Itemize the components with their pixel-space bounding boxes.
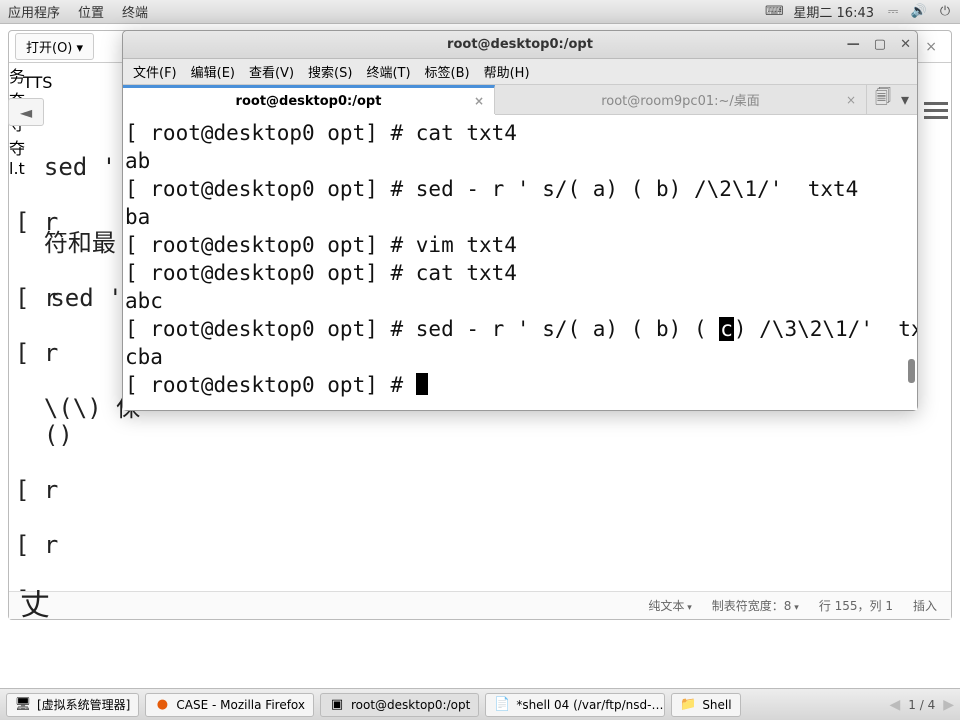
tab-close-icon[interactable]: × (846, 93, 856, 107)
nav-back-button[interactable]: ◄ (8, 98, 44, 126)
terminal-title: root@desktop0:/opt (447, 37, 593, 52)
hamburger-icon[interactable] (924, 98, 948, 122)
terminal-window: root@desktop0:/opt — ▢ ✕ 文件(F) 编辑(E) 查看(… (122, 30, 918, 411)
editor-statusbar: 纯文本 制表符宽度：8 行 155，列 1 插入 (9, 591, 951, 619)
terminal-line: [ root@desktop0 opt] # sed - r ' s/( a) … (125, 315, 915, 343)
workspace-switcher[interactable]: ◀ 1 / 4 ▶ (889, 697, 954, 713)
tab-width[interactable]: 制表符宽度：8 (712, 597, 799, 614)
power-icon[interactable]: ⏻ (938, 5, 952, 19)
terminal-line: cba (125, 343, 915, 371)
menu-help[interactable]: 帮助(H) (484, 62, 530, 81)
menu-places[interactable]: 位置 (78, 2, 104, 21)
close-icon[interactable]: ✕ (900, 37, 911, 52)
terminal-tabs: root@desktop0:/opt × root@room9pc01:~/桌面… (123, 85, 917, 115)
chevron-left-icon[interactable]: ◀ (889, 697, 900, 713)
terminal-titlebar[interactable]: root@desktop0:/opt — ▢ ✕ (123, 31, 917, 59)
terminal-line: [ root@desktop0 opt] # sed - r ' s/( a) … (125, 175, 915, 203)
chevron-right-icon[interactable]: ▶ (943, 697, 954, 713)
terminal-line: [ root@desktop0 opt] # cat txt4 (125, 259, 915, 287)
terminal-icon: ▣ (329, 697, 345, 713)
tab-opt[interactable]: root@desktop0:/opt × (123, 85, 495, 114)
tab-dropdown-icon[interactable]: ▾ (901, 90, 909, 109)
minimize-icon[interactable]: — (847, 37, 860, 52)
menu-file[interactable]: 文件(F) (133, 62, 177, 81)
task-gedit[interactable]: 📄 *shell 04 (/var/ftp/nsd-… (485, 693, 665, 717)
folder-icon: 📁 (680, 697, 696, 713)
keyboard-icon[interactable]: ⌨ (767, 5, 781, 19)
terminal-scrollbar[interactable] (907, 115, 915, 410)
bg-big-char: 丈 (20, 580, 50, 624)
editor-close-icon[interactable]: × (917, 37, 945, 57)
tab-room9[interactable]: root@room9pc01:~/桌面 × (495, 85, 867, 114)
menu-tabs[interactable]: 标签(B) (425, 62, 470, 81)
insert-mode[interactable]: 插入 (913, 597, 937, 614)
terminal-line: [ root@desktop0 opt] # (125, 371, 915, 399)
tts-label: TTS (23, 73, 52, 92)
menu-search[interactable]: 搜索(S) (308, 62, 352, 81)
terminal-line: [ root@desktop0 opt] # vim txt4 (125, 231, 915, 259)
maximize-icon[interactable]: ▢ (874, 37, 886, 52)
cursor (416, 373, 428, 395)
firefox-icon: ● (154, 697, 170, 713)
terminal-line: ab (125, 147, 915, 175)
menu-terminal[interactable]: 终端(T) (366, 62, 410, 81)
highlighted-char: c (719, 317, 734, 341)
menu-edit[interactable]: 编辑(E) (191, 62, 235, 81)
task-virtmanager[interactable]: 🖥 [虚拟系统管理器] (6, 693, 139, 717)
task-firefox[interactable]: ● CASE - Mozilla Firefox (145, 693, 314, 717)
terminal-line: ba (125, 203, 915, 231)
open-button[interactable]: 打开(O) ▾ (15, 33, 94, 60)
top-panel: 应用程序 位置 终端 ⌨ 星期二 16:43 ⎓ 🔊 ⏻ (0, 0, 960, 24)
bottom-panel: 🖥 [虚拟系统管理器] ● CASE - Mozilla Firefox ▣ r… (0, 688, 960, 720)
menu-applications[interactable]: 应用程序 (8, 2, 60, 21)
network-icon[interactable]: ⎓ (886, 5, 900, 19)
terminal-line: [ root@desktop0 opt] # cat txt4 (125, 119, 915, 147)
volume-icon[interactable]: 🔊 (912, 5, 926, 19)
terminal-body[interactable]: [ root@desktop0 opt] # cat txt4 ab [ roo… (123, 115, 917, 410)
cursor-pos: 行 155，列 1 (819, 597, 893, 614)
monitor-icon: 🖥 (15, 697, 31, 713)
terminal-line: abc (125, 287, 915, 315)
task-terminal[interactable]: ▣ root@desktop0:/opt (320, 693, 479, 717)
copy-tab-icon[interactable]: 🗐 (875, 86, 891, 113)
clock[interactable]: 星期二 16:43 (793, 2, 874, 21)
document-icon: 📄 (494, 697, 510, 713)
task-shell[interactable]: 📁 Shell (671, 693, 740, 717)
syntax-mode[interactable]: 纯文本 (648, 597, 691, 614)
tab-close-icon[interactable]: × (474, 94, 484, 108)
workspace-label: 1 / 4 (908, 698, 935, 712)
menu-view[interactable]: 查看(V) (249, 62, 294, 81)
terminal-menubar: 文件(F) 编辑(E) 查看(V) 搜索(S) 终端(T) 标签(B) 帮助(H… (123, 59, 917, 85)
menu-terminal[interactable]: 终端 (122, 2, 148, 21)
